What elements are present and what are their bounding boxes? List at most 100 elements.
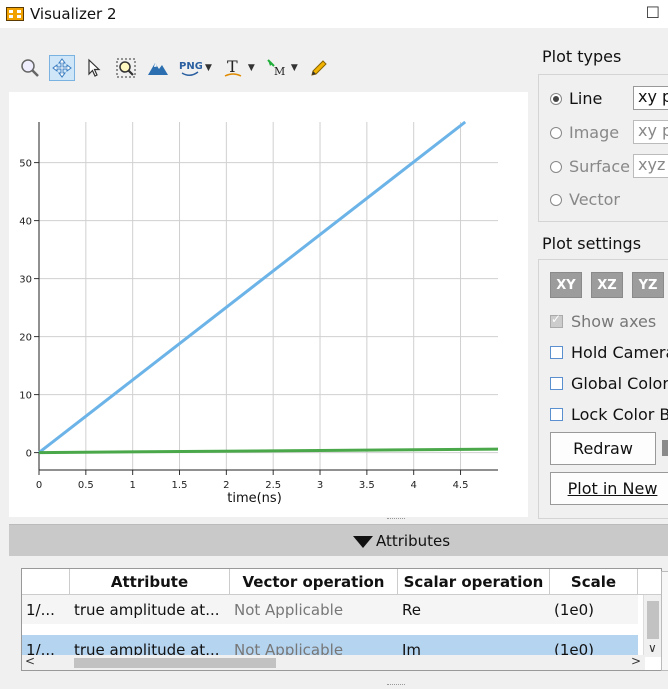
- view-yz-button[interactable]: YZ: [632, 272, 664, 298]
- series-line: [38, 447, 499, 455]
- window-title: Visualizer 2: [30, 5, 117, 23]
- table-header: Attribute Vector operation Scalar operat…: [22, 569, 661, 595]
- text-annotation-icon: T: [224, 58, 242, 77]
- plot-toolbar: PNG ▼ T ▼ M ▼: [17, 54, 338, 82]
- radio-line-label: Line: [569, 89, 603, 108]
- x-tick-label: 4.5: [453, 480, 469, 491]
- png-export-icon: PNG: [179, 61, 202, 76]
- radio-vector-label: Vector: [569, 190, 620, 209]
- select-button[interactable]: [81, 55, 107, 81]
- radio-line[interactable]: Line: [550, 89, 602, 108]
- marker-dropdown-icon[interactable]: ▼: [291, 63, 298, 73]
- zoom-region-icon: [116, 58, 136, 78]
- marker-icon: M: [267, 59, 285, 78]
- vertical-scroll-thumb[interactable]: [647, 601, 659, 639]
- col-header-attribute[interactable]: Attribute: [70, 569, 230, 595]
- radio-surface-label: Surface: [569, 157, 630, 176]
- global-color-check: [550, 377, 563, 390]
- plot-canvas[interactable]: 0 0.5 1 1.5 2 2.5 3 3.5 4 4.5 0 10 20 30 40 50 time(ns): [9, 92, 528, 517]
- plot-in-new-button[interactable]: Plot in New: [550, 472, 668, 505]
- svg-text:M: M: [274, 65, 285, 78]
- cell-scalar-operation: Re: [402, 600, 421, 619]
- global-color-checkbox[interactable]: Global Color: [550, 374, 668, 393]
- fit-view-button[interactable]: [145, 55, 171, 81]
- radio-image-label: Image: [569, 123, 620, 142]
- cell-vector-operation: Not Applicable: [234, 600, 344, 619]
- bottom-splitter-grip[interactable]: [387, 684, 405, 687]
- line-chart[interactable]: 0 0.5 1 1.5 2 2.5 3 3.5 4 4.5 0 10 20 30 40 50 time(ns): [9, 92, 528, 517]
- lock-color-label: Lock Color B: [571, 405, 668, 424]
- col-header-vector-operation[interactable]: Vector operation: [230, 569, 398, 595]
- x-tick-label: 3: [317, 480, 323, 491]
- splitter-grip[interactable]: [387, 518, 405, 521]
- show-axes-label: Show axes: [571, 312, 657, 331]
- plot-settings-title: Plot settings: [542, 234, 642, 253]
- svg-text:PNG: PNG: [179, 61, 202, 72]
- marker-button[interactable]: M: [263, 55, 289, 81]
- lock-color-checkbox[interactable]: Lock Color B: [550, 405, 668, 424]
- cell-scale: (1e0): [554, 600, 595, 619]
- col-header-scale[interactable]: Scale: [550, 569, 638, 595]
- png-dropdown-icon[interactable]: ▼: [205, 63, 212, 73]
- pencil-icon: [311, 60, 327, 76]
- table-horizontal-scrollbar[interactable]: < >: [22, 654, 645, 670]
- attributes-toggle[interactable]: Attributes: [9, 524, 668, 556]
- cell-index: 1/...: [26, 600, 55, 619]
- redraw-side-check[interactable]: [662, 440, 668, 456]
- radio-surface-indicator: [550, 160, 562, 173]
- radio-vector-indicator: [550, 193, 562, 206]
- cell-attribute: true amplitude at...: [74, 600, 220, 619]
- side-panel-edge: [661, 571, 668, 671]
- scroll-right-icon[interactable]: >: [631, 654, 641, 668]
- table-vertical-scrollbar[interactable]: ∨: [643, 595, 661, 657]
- redraw-button[interactable]: Redraw: [550, 432, 656, 465]
- x-tick-label: 2: [223, 480, 229, 491]
- attributes-panel: Attribute Vector operation Scalar operat…: [9, 556, 668, 684]
- pencil-button[interactable]: [306, 55, 332, 81]
- app-icon: [6, 7, 24, 21]
- x-tick-label: 0: [36, 480, 42, 491]
- horizontal-scroll-thumb[interactable]: [74, 658, 276, 668]
- attributes-table[interactable]: Attribute Vector operation Scalar operat…: [21, 568, 662, 671]
- hold-camera-label: Hold Camera: [571, 343, 668, 362]
- pan-button[interactable]: [49, 55, 75, 81]
- y-tick-label: 50: [19, 159, 32, 170]
- text-dropdown-icon[interactable]: ▼: [248, 63, 255, 73]
- radio-vector[interactable]: Vector: [550, 190, 620, 209]
- hold-camera-checkbox[interactable]: Hold Camera: [550, 343, 668, 362]
- y-tick-label: 0: [26, 449, 32, 460]
- col-header-scalar-operation[interactable]: Scalar operation: [398, 569, 550, 595]
- view-xz-button[interactable]: XZ: [591, 272, 623, 298]
- y-tick-label: 30: [19, 275, 32, 286]
- view-xy-button[interactable]: XY: [550, 272, 582, 298]
- radio-image[interactable]: Image: [550, 123, 619, 142]
- restore-icon[interactable]: ☐: [646, 3, 660, 22]
- global-color-label: Global Color: [571, 374, 668, 393]
- scroll-left-icon[interactable]: <: [25, 654, 35, 668]
- x-axis-label: time(ns): [227, 491, 282, 506]
- zoom-region-button[interactable]: [113, 55, 139, 81]
- zoom-icon: [21, 59, 39, 77]
- scroll-down-icon[interactable]: ∨: [648, 641, 657, 655]
- line-plot-field[interactable]: xy p: [633, 86, 668, 110]
- series-line: [38, 120, 467, 454]
- x-tick-label: 0.5: [78, 480, 94, 491]
- col-header-index[interactable]: [22, 569, 70, 595]
- mountain-icon: [148, 63, 168, 75]
- x-tick-label: 3.5: [359, 480, 375, 491]
- y-tick-label: 40: [19, 217, 32, 228]
- zoom-button[interactable]: [17, 55, 43, 81]
- png-export-button[interactable]: PNG: [177, 55, 203, 81]
- plot-types-title: Plot types: [542, 47, 622, 66]
- show-axes-check: [550, 312, 563, 328]
- surface-plot-field[interactable]: xyz: [633, 154, 668, 178]
- title-bar: Visualizer 2 ☐: [0, 0, 668, 28]
- radio-surface[interactable]: Surface: [550, 157, 630, 176]
- radio-line-indicator: [550, 92, 562, 105]
- x-tick-label: 2.5: [265, 480, 281, 491]
- show-axes-checkbox[interactable]: Show axes: [550, 312, 656, 331]
- text-annotation-button[interactable]: T: [220, 55, 246, 81]
- image-plot-field[interactable]: xy p: [633, 120, 668, 144]
- hold-camera-check: [550, 346, 563, 359]
- table-row[interactable]: 1/... true amplitude at... Not Applicabl…: [22, 595, 638, 624]
